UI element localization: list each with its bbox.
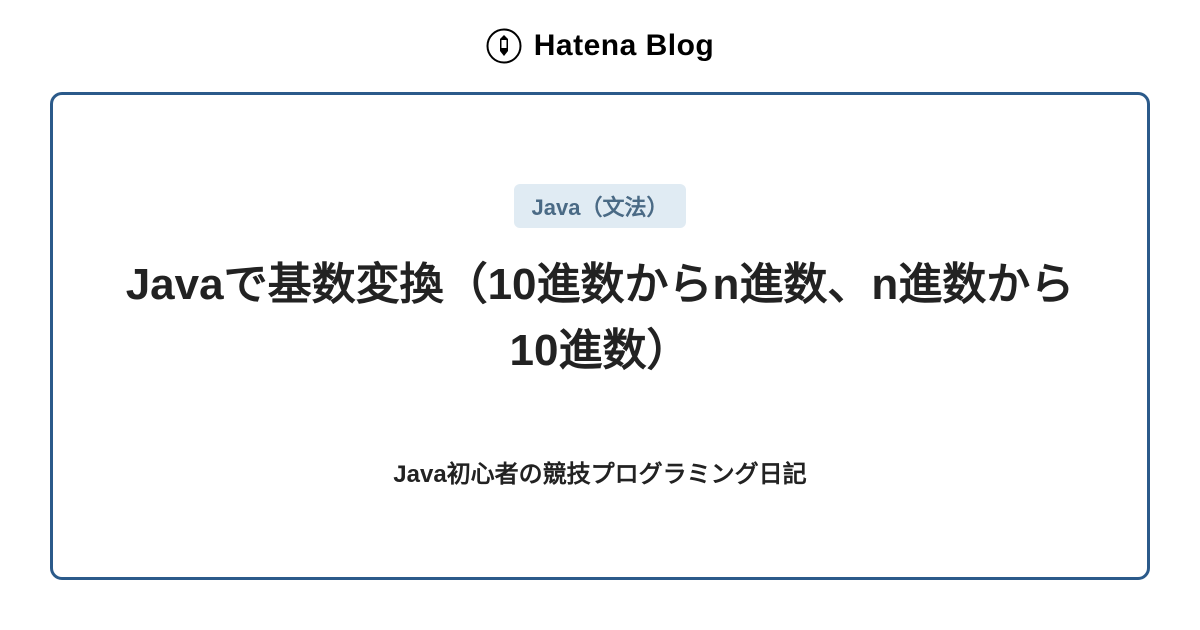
article-card: Java（文法） Javaで基数変換（10進数からn進数、n進数から10進数） …	[50, 92, 1150, 580]
article-title: Javaで基数変換（10進数からn進数、n進数から10進数）	[113, 252, 1087, 384]
hatena-logo-icon	[486, 28, 522, 64]
logo-text: Hatena Blog	[534, 29, 715, 63]
header: Hatena Blog	[0, 0, 1200, 92]
blog-name: Java初心者の競技プログラミング日記	[393, 454, 806, 489]
category-tag: Java（文法）	[514, 184, 687, 228]
